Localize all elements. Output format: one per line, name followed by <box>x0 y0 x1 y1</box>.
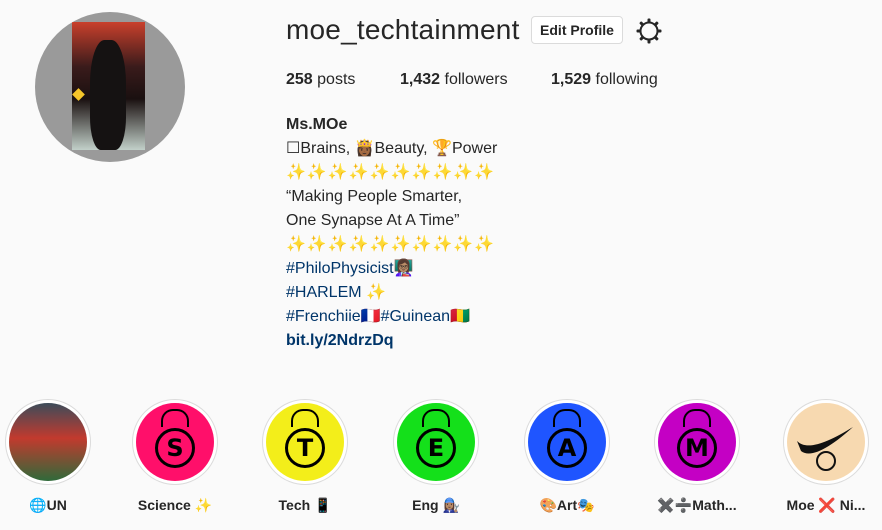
settings-gear-icon[interactable] <box>636 18 662 44</box>
highlight-art[interactable]: A 🎨Art🎭 <box>511 399 623 514</box>
bio-line: One Synapse At A Time” <box>286 212 460 229</box>
curl-ornament-icon <box>291 409 319 427</box>
highlight-cover: T <box>266 403 344 481</box>
highlight-cover: E <box>397 403 475 481</box>
highlight-label: Eng 👩🏽‍🔧 <box>412 497 460 513</box>
bio-line: “Making People Smarter, <box>286 188 463 205</box>
hashtag-harlem[interactable]: #HARLEM ✨ <box>286 281 497 305</box>
highlight-emblem-letter: M <box>677 428 717 468</box>
swoosh-logo-icon <box>797 427 853 471</box>
following-count: 1,529 <box>551 71 592 88</box>
avatar-heart-sticker <box>72 88 85 101</box>
profile-username: moe_techtainment <box>286 14 520 45</box>
highlight-cover-photo <box>9 403 87 481</box>
highlight-ring: M <box>654 399 740 485</box>
highlight-ring: E <box>393 399 479 485</box>
highlight-label: ✖️➗Math... <box>657 497 737 513</box>
highlight-cover: S <box>136 403 214 481</box>
highlight-ring <box>783 399 869 485</box>
highlight-ring: S <box>132 399 218 485</box>
highlight-label: Moe ❌ Ni... <box>786 497 866 513</box>
highlight-moe-nike[interactable]: Moe ❌ Ni... <box>770 399 882 514</box>
curl-ornament-icon <box>553 409 581 427</box>
highlight-tech[interactable]: T Tech 📱 <box>249 399 361 514</box>
highlight-science[interactable]: S Science ✨ <box>119 399 231 514</box>
bio-website-link[interactable]: bit.ly/2NdrzDq <box>286 329 497 353</box>
highlight-cover: M <box>658 403 736 481</box>
bio-sparkle-line: ✨✨✨✨✨✨✨✨✨✨ <box>286 164 496 181</box>
highlight-cover: A <box>528 403 606 481</box>
posts-count: 258 <box>286 71 313 88</box>
curl-ornament-icon <box>161 409 189 427</box>
highlight-emblem-letter: A <box>547 428 587 468</box>
highlight-math[interactable]: M ✖️➗Math... <box>641 399 753 514</box>
following-label: following <box>595 71 658 88</box>
highlight-eng[interactable]: E Eng 👩🏽‍🔧 <box>380 399 492 514</box>
highlight-label: Tech 📱 <box>278 497 332 513</box>
highlight-emblem-letter: T <box>285 428 325 468</box>
avatar-person-silhouette <box>90 40 126 150</box>
highlight-un[interactable]: 🌐UN <box>0 399 104 514</box>
highlight-label: Science ✨ <box>137 497 213 513</box>
avatar-photo <box>72 22 145 150</box>
highlight-emblem-letter: S <box>155 428 195 468</box>
bio-line: ☐Brains, 👸🏾Beauty, 🏆Power <box>286 140 498 157</box>
highlight-label: 🎨Art🎭 <box>539 497 595 513</box>
profile-bio: Ms.MOe ☐Brains, 👸🏾Beauty, 🏆Power ✨✨✨✨✨✨✨… <box>286 113 497 353</box>
followers-count: 1,432 <box>400 71 441 88</box>
profile-avatar[interactable] <box>35 12 185 162</box>
highlight-emblem-letter: E <box>416 428 456 468</box>
curl-ornament-icon <box>422 409 450 427</box>
posts-label: posts <box>317 71 356 88</box>
edit-profile-button[interactable]: Edit Profile <box>531 16 623 44</box>
posts-stat: 258 posts <box>286 71 355 89</box>
highlight-ring <box>5 399 91 485</box>
story-highlights: 🌐UN S Science ✨ T Tech 📱 E Eng 👩🏽‍🔧 <box>0 399 882 530</box>
hashtag-philophysicist[interactable]: #PhiloPhysicist👩🏽‍🏫 <box>286 257 497 281</box>
following-link[interactable]: 1,529 following <box>551 71 658 89</box>
highlight-ring: T <box>262 399 348 485</box>
bio-full-name: Ms.MOe <box>286 116 348 133</box>
curl-ornament-icon <box>683 409 711 427</box>
highlight-cover <box>787 403 865 481</box>
highlight-label: 🌐UN <box>29 497 67 513</box>
followers-link[interactable]: 1,432 followers <box>400 71 508 89</box>
hashtag-frenchiie-guinean[interactable]: #Frenchiie🇫🇷#Guinean🇬🇳 <box>286 305 497 329</box>
bio-sparkle-line: ✨✨✨✨✨✨✨✨✨✨ <box>286 236 496 253</box>
highlight-ring: A <box>524 399 610 485</box>
followers-label: followers <box>444 71 508 88</box>
